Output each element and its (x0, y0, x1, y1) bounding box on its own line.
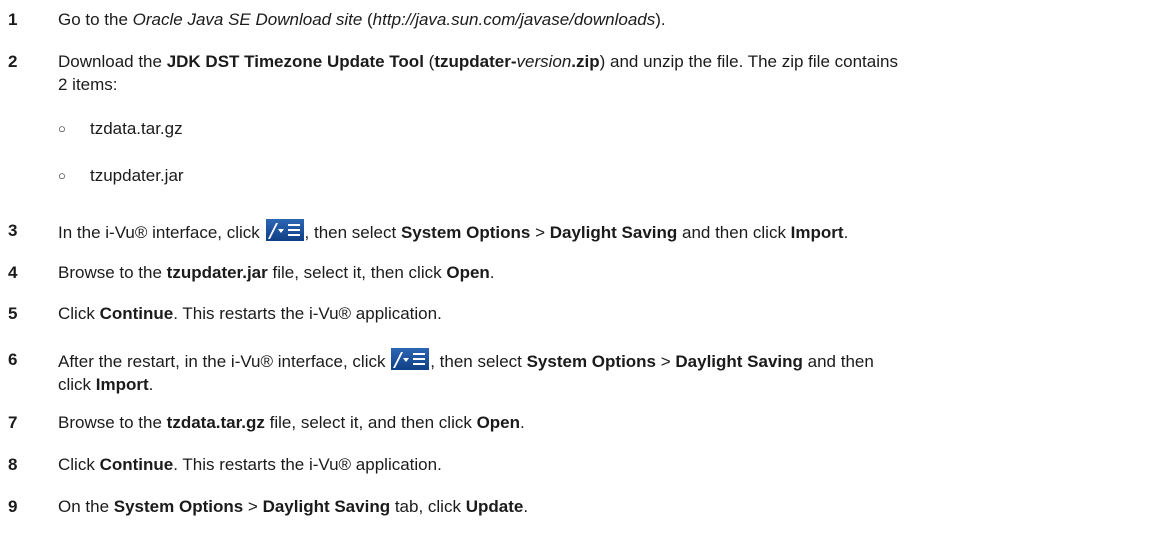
step-number: 6 (8, 350, 18, 369)
step-number: 5 (8, 304, 18, 323)
tool-name: JDK DST Timezone Update Tool (166, 52, 424, 71)
oracle-url[interactable]: http://java.sun.com/javase/downloads (373, 10, 656, 29)
step-number: 3 (8, 221, 18, 240)
step-number: 8 (8, 455, 18, 474)
step-number: 4 (8, 263, 18, 282)
instruction-document: 1 Go to the Oracle Java SE Download site… (8, 10, 898, 516)
menu-button-icon[interactable] (391, 348, 430, 370)
oracle-site-link[interactable]: Oracle Java SE Download site (133, 10, 363, 29)
bullet-icon: ○ (58, 121, 66, 136)
step-number: 1 (8, 10, 18, 29)
bullet-icon: ○ (58, 168, 66, 183)
menu-button-icon[interactable] (265, 219, 304, 241)
step-number: 9 (8, 497, 18, 516)
step-number: 2 (8, 52, 18, 71)
step-number: 7 (8, 413, 18, 432)
